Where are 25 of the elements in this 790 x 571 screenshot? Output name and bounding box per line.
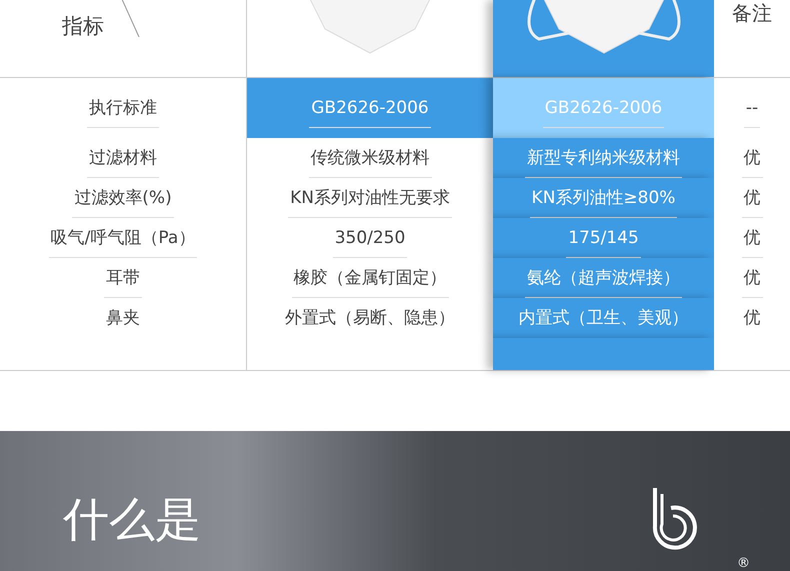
table-cell: 耳带 (104, 258, 142, 298)
registered-mark: ® (737, 556, 750, 571)
diagonal-line (120, 0, 140, 37)
table-cell: 优 (742, 218, 762, 258)
table-cell-text: 外置式（易断、隐患） (284, 307, 456, 330)
table-cell: GB2626-2006 (309, 89, 431, 128)
table-cell: 吸气/呼气阻（Pa） (48, 218, 198, 258)
headline: 什么是 (63, 491, 201, 547)
table-cell: KN系列对油性无要求 (288, 178, 452, 218)
table-cell: 优 (742, 178, 762, 218)
table-cell-text: 鼻夹 (105, 307, 141, 330)
header-label: 备注 (732, 0, 772, 27)
table-cell: 350/250 (332, 218, 408, 258)
table-cell-text: 优 (742, 307, 762, 330)
table-cell: 过滤材料 (87, 138, 159, 178)
table-cell-text: 内置式（卫生、美观） (518, 307, 690, 330)
table-cell: GB2626-2006 (542, 89, 664, 128)
table-cell: 传统微米级材料 (308, 138, 432, 178)
table-cell: 执行标准 (87, 89, 159, 128)
table-cell: 优 (742, 258, 762, 298)
table-cell: 过滤效率(%) (72, 178, 174, 218)
table-cell: 优 (742, 138, 762, 178)
header-label: 指标 (62, 13, 104, 40)
table-cell: 橡胶（金属钉固定） (292, 258, 448, 298)
table-cell: -- (744, 89, 760, 128)
